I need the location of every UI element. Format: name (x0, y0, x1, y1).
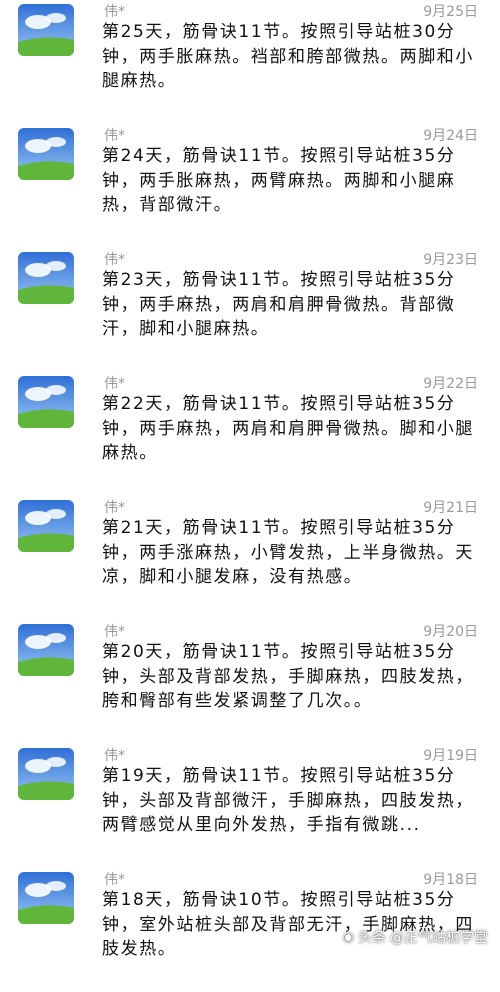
list-item[interactable]: 伟* 9月19日 第19天，筋骨诀11节。按照引导站桩35分钟，头部及背部微汗，… (0, 744, 500, 868)
avatar[interactable] (18, 128, 74, 180)
comment-text: 第19天，筋骨诀11节。按照引导站桩35分钟，头部及背部微汗，手脚麻热，四肢发热… (102, 766, 474, 835)
post-date: 9月24日 (423, 128, 478, 144)
author-name[interactable]: 伟* (104, 252, 125, 268)
comment-text: 第23天，筋骨诀11节。按照引导站桩35分钟，两手麻热，两肩和肩胛骨微热。背部微… (102, 270, 456, 339)
landscape-avatar-icon (18, 624, 74, 676)
author-name[interactable]: 伟* (104, 872, 125, 888)
list-item[interactable]: 伟* 9月25日 第25天，筋骨诀11节。按照引导站桩30分钟，两手胀麻热。裆部… (0, 0, 500, 124)
author-name[interactable]: 伟* (104, 4, 125, 20)
avatar[interactable] (18, 624, 74, 676)
list-item[interactable]: 伟* 9月22日 第22天，筋骨诀11节。按照引导站桩35分钟，两手麻热，两肩和… (0, 372, 500, 496)
comment-text: 第22天，筋骨诀11节。按照引导站桩35分钟，两手麻热，两肩和肩胛骨微热。脚和小… (102, 394, 474, 463)
watermark-account: @正气站桩学堂 (390, 930, 488, 946)
list-item[interactable]: 伟* 9月24日 第24天，筋骨诀11节。按照引导站桩35分钟，两手胀麻热，两臂… (0, 124, 500, 248)
avatar[interactable] (18, 500, 74, 552)
post-date: 9月19日 (423, 748, 478, 764)
list-item[interactable]: 伟* 9月23日 第23天，筋骨诀11节。按照引导站桩35分钟，两手麻热，两肩和… (0, 248, 500, 372)
comment-text: 第18天，筋骨诀10节。按照引导站桩35分钟，室外站桩头部及背部无汗，手脚麻热，… (102, 890, 474, 959)
landscape-avatar-icon (18, 872, 74, 924)
avatar[interactable] (18, 252, 74, 304)
post-date: 9月21日 (423, 500, 478, 516)
post-date: 9月22日 (423, 376, 478, 392)
post-date: 9月23日 (423, 252, 478, 268)
landscape-avatar-icon (18, 376, 74, 428)
avatar[interactable] (18, 376, 74, 428)
list-item[interactable]: 伟* 9月20日 第20天，筋骨诀11节。按照引导站桩35分钟，头部及背部发热，… (0, 620, 500, 744)
comment-text: 第24天，筋骨诀11节。按照引导站桩35分钟，两手胀麻热，两臂麻热。两脚和小腿麻… (102, 146, 456, 215)
landscape-avatar-icon (18, 500, 74, 552)
avatar[interactable] (18, 748, 74, 800)
landscape-avatar-icon (18, 252, 74, 304)
comment-text: 第25天，筋骨诀11节。按照引导站桩30分钟，两手胀麻热。裆部和胯部微热。两脚和… (102, 22, 474, 91)
author-name[interactable]: 伟* (104, 128, 125, 144)
landscape-avatar-icon (18, 128, 74, 180)
comment-text: 第21天，筋骨诀11节。按照引导站桩35分钟，两手涨麻热，小臂发热，上半身微热。… (102, 518, 474, 587)
landscape-avatar-icon (18, 4, 74, 56)
avatar[interactable] (18, 4, 74, 56)
landscape-avatar-icon (18, 748, 74, 800)
author-name[interactable]: 伟* (104, 624, 125, 640)
post-date: 9月25日 (423, 4, 478, 20)
author-name[interactable]: 伟* (104, 748, 125, 764)
avatar[interactable] (18, 872, 74, 924)
watermark-source: 头条 (358, 930, 386, 946)
comment-feed: 伟* 9月25日 第25天，筋骨诀11节。按照引导站桩30分钟，两手胀麻热。裆部… (0, 0, 500, 959)
toutiao-logo-icon: ◉ (342, 929, 354, 945)
list-item[interactable]: 伟* 9月21日 第21天，筋骨诀11节。按照引导站桩35分钟，两手涨麻热，小臂… (0, 496, 500, 620)
comment-text: 第20天，筋骨诀11节。按照引导站桩35分钟，头部及背部发热，手脚麻热，四肢发热… (102, 642, 474, 711)
post-date: 9月18日 (423, 872, 478, 888)
author-name[interactable]: 伟* (104, 376, 125, 392)
watermark: ◉ 头条 @正气站桩学堂 (343, 927, 488, 947)
author-name[interactable]: 伟* (104, 500, 125, 516)
post-date: 9月20日 (423, 624, 478, 640)
